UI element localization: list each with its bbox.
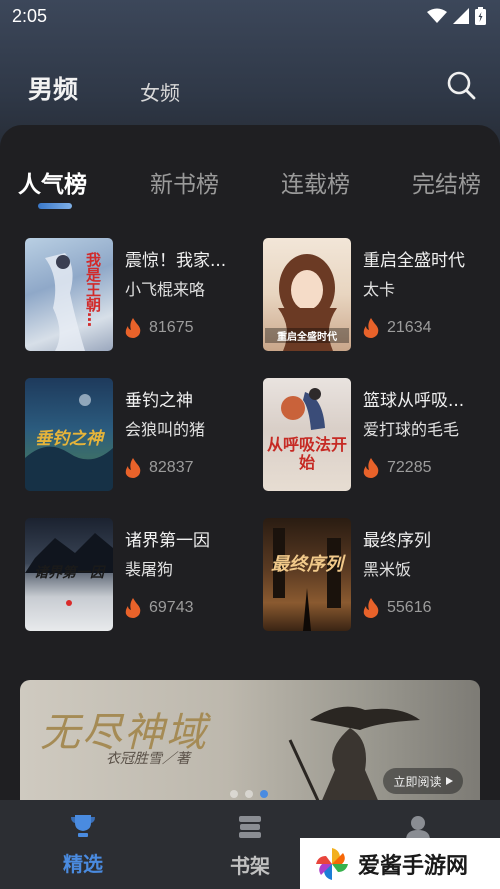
book-title: 震惊！我家... xyxy=(125,251,227,271)
channel-tabs: 男频 女频 xyxy=(0,62,500,112)
books-icon xyxy=(239,816,261,838)
heat-count: 81675 xyxy=(149,319,194,336)
heat-count: 55616 xyxy=(387,599,432,616)
pinwheel-logo-icon xyxy=(316,847,348,880)
book-heat: 21634 xyxy=(363,318,432,338)
signal-icon xyxy=(453,8,469,24)
pagination-dot[interactable] xyxy=(230,790,238,798)
tab-male[interactable]: 男频 xyxy=(28,70,78,106)
book-author: 小飞棍来咯 xyxy=(125,280,206,299)
book-title: 垂钓之神 xyxy=(125,391,193,411)
nav-featured[interactable]: 精选 xyxy=(38,814,128,877)
book-heat: 72285 xyxy=(363,458,432,478)
heat-count: 82837 xyxy=(149,459,194,476)
watermark-text: 爱酱手游网 xyxy=(358,853,469,879)
battery-icon xyxy=(475,7,486,25)
heat-count: 21634 xyxy=(387,319,432,336)
cover-title: 我是王朝… xyxy=(84,252,101,327)
status-time: 2:05 xyxy=(12,6,48,26)
cover-title: 诸界第一因 xyxy=(34,565,104,581)
fire-icon xyxy=(363,458,379,478)
cover-title: 最终序列 xyxy=(271,554,343,575)
book-cover: 最终序列 xyxy=(263,518,351,631)
book-heat: 69743 xyxy=(125,598,194,618)
cover-title: 从呼吸法开始 xyxy=(267,435,348,472)
book-cover: 从呼吸法开始 xyxy=(263,378,351,491)
book-card[interactable]: 从呼吸法开始 篮球从呼吸... 爱打球的毛毛 72285 xyxy=(263,378,493,493)
book-title: 诸界第一因 xyxy=(125,531,210,551)
book-heat: 82837 xyxy=(125,458,194,478)
play-arrow-icon xyxy=(445,777,453,785)
book-cover: 诸界第一因 xyxy=(25,518,113,631)
book-author: 裴屠狗 xyxy=(125,560,174,579)
pagination-dot[interactable] xyxy=(245,790,253,798)
banner-subtitle: 衣冠胜雪／著 xyxy=(106,751,190,767)
book-card[interactable]: 垂钓之神 垂钓之神 会狼叫的猪 82837 xyxy=(25,378,255,493)
pagination-dot-active[interactable] xyxy=(260,790,268,798)
tab-serial[interactable]: 连载榜 xyxy=(281,165,350,199)
search-icon[interactable] xyxy=(445,69,477,101)
fire-icon xyxy=(363,598,379,618)
promo-banner[interactable]: 无尽神域 衣冠胜雪／著 立即阅读 xyxy=(20,680,480,805)
tab-popular[interactable]: 人气榜 xyxy=(18,165,87,199)
active-tab-indicator xyxy=(38,203,72,209)
book-cover: 垂钓之神 xyxy=(25,378,113,491)
tab-new[interactable]: 新书榜 xyxy=(150,165,219,199)
heat-count: 72285 xyxy=(387,459,432,476)
book-author: 会狼叫的猪 xyxy=(125,420,206,439)
fire-icon xyxy=(363,318,379,338)
book-heat: 81675 xyxy=(125,318,194,338)
book-cover: 重启全盛时代 xyxy=(263,238,351,351)
cover-title: 垂钓之神 xyxy=(35,429,103,449)
book-heat: 55616 xyxy=(363,598,432,618)
banner-pagination xyxy=(230,790,268,798)
status-bar: 2:05 xyxy=(0,0,500,34)
book-cover: 我是王朝… xyxy=(25,238,113,351)
read-now-label: 立即阅读 xyxy=(393,774,442,789)
nav-bookshelf[interactable]: 书架 xyxy=(205,814,295,879)
watermark: 爱酱手游网 xyxy=(300,838,500,889)
book-card[interactable]: 最终序列 最终序列 黑米饭 55616 xyxy=(263,518,493,633)
read-now-button[interactable]: 立即阅读 xyxy=(383,768,463,794)
heat-count: 69743 xyxy=(149,599,194,616)
book-title: 篮球从呼吸... xyxy=(363,391,465,411)
book-card[interactable]: 我是王朝… 震惊！我家... 小飞棍来咯 81675 xyxy=(25,238,255,353)
nav-bookshelf-label: 书架 xyxy=(230,854,270,878)
wifi-icon xyxy=(427,8,447,23)
tab-female[interactable]: 女频 xyxy=(140,77,180,106)
fire-icon xyxy=(125,458,141,478)
book-author: 太卡 xyxy=(363,280,396,299)
book-title: 最终序列 xyxy=(363,531,431,551)
trophy-icon xyxy=(71,815,95,837)
fire-icon xyxy=(125,598,141,618)
book-card[interactable]: 诸界第一因 诸界第一因 裴屠狗 69743 xyxy=(25,518,255,633)
book-author: 爱打球的毛毛 xyxy=(363,420,460,439)
fire-icon xyxy=(125,318,141,338)
status-icons xyxy=(427,7,486,25)
nav-featured-label: 精选 xyxy=(63,852,103,876)
book-title: 重启全盛时代 xyxy=(363,251,465,271)
cover-title: 重启全盛时代 xyxy=(265,328,349,343)
profile-icon xyxy=(406,816,430,840)
book-card[interactable]: 重启全盛时代 重启全盛时代 太卡 21634 xyxy=(263,238,493,353)
tab-finished[interactable]: 完结榜 xyxy=(412,165,481,199)
ranking-panel: 人气榜 新书榜 连载榜 完结榜 我是王朝… 震惊！我家... 小飞棍来咯 816… xyxy=(0,125,500,805)
book-author: 黑米饭 xyxy=(363,560,412,579)
ranking-tabs: 人气榜 新书榜 连载榜 完结榜 xyxy=(0,165,500,205)
